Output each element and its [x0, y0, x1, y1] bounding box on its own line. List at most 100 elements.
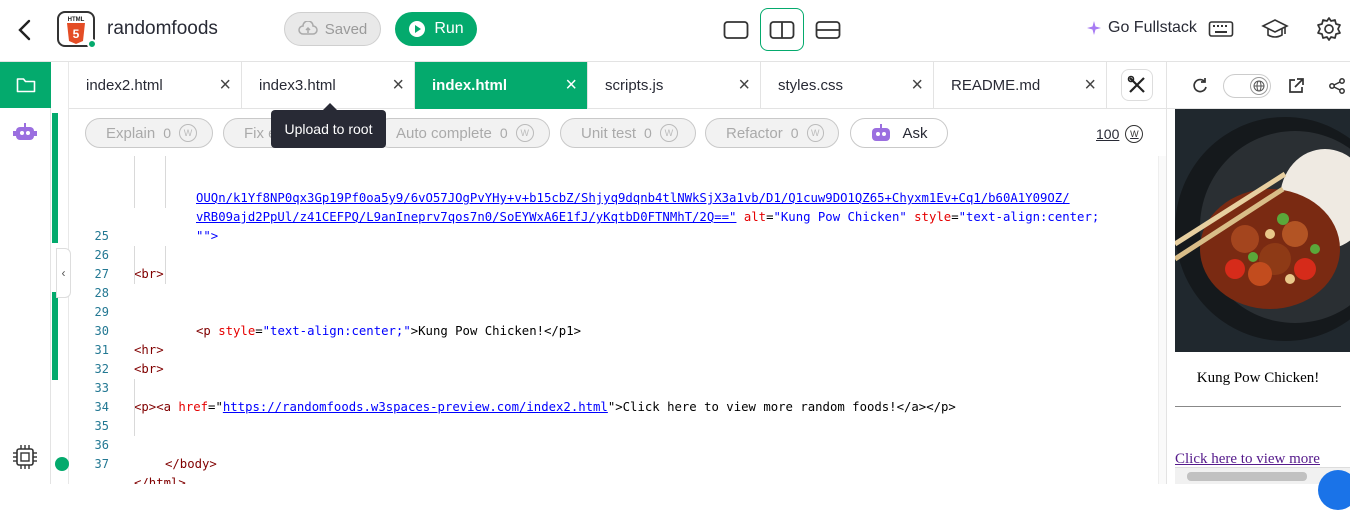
tab-label: index2.html: [86, 77, 163, 94]
refactor-button[interactable]: Refactor 0 W: [705, 118, 839, 148]
preview-divider: [1175, 406, 1341, 407]
keyboard-icon[interactable]: [1207, 15, 1235, 43]
credits-balance[interactable]: 100 W: [1096, 125, 1144, 143]
code-line: 34: [69, 379, 1158, 414]
preview-link[interactable]: Click here to view more: [1175, 451, 1350, 468]
close-tab-icon[interactable]: ×: [392, 74, 404, 97]
explain-button[interactable]: Explain 0 W: [85, 118, 213, 148]
back-arrow-icon[interactable]: [14, 17, 36, 43]
run-label: Run: [434, 20, 464, 37]
code-line: 32: [69, 341, 1158, 376]
tab-index3-html[interactable]: index3.html ×: [242, 62, 415, 109]
credit-coin-icon: W: [179, 124, 197, 142]
close-tab-icon[interactable]: ×: [219, 74, 231, 97]
cloud-upload-icon: [297, 21, 318, 35]
saved-label: Saved: [324, 20, 368, 38]
top-toolbar: HTML 5 randomfoods Saved Run Go Fullstac…: [0, 0, 1350, 62]
code-line: 25: [69, 208, 1158, 243]
close-tab-icon[interactable]: ×: [565, 74, 577, 97]
refactor-count: 0: [790, 125, 799, 141]
open-external-icon[interactable]: [1285, 75, 1307, 97]
code-line: 31 <br>: [69, 322, 1158, 376]
single-pane-icon: [723, 20, 749, 39]
split-horizontal-layout-button[interactable]: [806, 8, 850, 51]
credit-coin-icon: W: [1125, 125, 1144, 143]
wrench-screwdriver-icon: [1127, 75, 1145, 93]
left-sidebar: [0, 62, 51, 484]
html5-logo-icon: HTML 5: [57, 11, 97, 49]
explain-label: Explain: [106, 124, 156, 142]
autocomplete-button[interactable]: Auto complete 0 W: [375, 118, 550, 148]
code-line: 30 <hr>: [69, 303, 1158, 357]
autocomplete-count: 0: [499, 125, 508, 141]
credit-coin-icon: W: [806, 124, 824, 142]
upload-tooltip: Upload to root: [271, 103, 386, 148]
code-line-wrap: OUQn/k1Yf8NP0qx3Gp19Pf0oa5y9/6vO57JOgPvY…: [69, 156, 1158, 205]
line-number: 37: [94, 457, 109, 471]
code-line: 29: [69, 284, 1158, 319]
preview-toolbar: [1167, 62, 1350, 109]
tab-styles-css[interactable]: styles.css ×: [761, 62, 934, 109]
change-marker: [52, 292, 58, 380]
tab-index-html[interactable]: index.html ×: [415, 62, 588, 109]
refresh-icon[interactable]: [1189, 75, 1211, 97]
split-horizontal-icon: [815, 20, 841, 39]
refactor-label: Refactor: [726, 124, 783, 142]
code-line: 37 </html>: [69, 436, 1158, 484]
ask-button[interactable]: Ask: [850, 118, 948, 148]
explain-count: 0: [163, 125, 171, 141]
code-editor[interactable]: OUQn/k1Yf8NP0qx3Gp19Pf0oa5y9/6vO57JOgPvY…: [69, 156, 1158, 484]
run-button[interactable]: Run: [395, 12, 477, 46]
ai-assistant-bar: Explain 0 W Fix e Auto complete 0 W Unit…: [69, 109, 1166, 156]
svg-text:5: 5: [73, 27, 80, 41]
code-line: 27: [69, 246, 1158, 281]
ai-robot-icon[interactable]: [13, 122, 37, 147]
tools-button[interactable]: [1108, 62, 1166, 109]
tab-scripts-js[interactable]: scripts.js ×: [588, 62, 761, 109]
go-fullstack-link[interactable]: Go Fullstack: [1086, 19, 1197, 37]
play-icon: [409, 21, 426, 37]
split-vertical-layout-button[interactable]: [760, 8, 804, 51]
project-name: randomfoods: [107, 18, 218, 39]
code-text: </html>: [134, 476, 186, 484]
ai-robot-icon: [872, 124, 891, 141]
tab-label: styles.css: [778, 77, 844, 94]
close-tab-icon[interactable]: ×: [738, 74, 750, 97]
tab-label: README.md: [951, 77, 1041, 94]
preview-caption: Kung Pow Chicken!: [1196, 370, 1320, 386]
code-line: 28 <p style="text-align:center;">Kung Po…: [69, 265, 1158, 338]
single-pane-layout-button[interactable]: [714, 8, 758, 51]
sparkle-icon: [1087, 21, 1101, 35]
status-indicator: [55, 457, 69, 471]
tab-index2-html[interactable]: index2.html ×: [69, 62, 242, 109]
tab-readme-md[interactable]: README.md ×: [934, 62, 1107, 109]
folder-icon: [16, 78, 35, 93]
saved-button[interactable]: Saved: [284, 12, 381, 46]
share-icon[interactable]: [1326, 75, 1348, 97]
graduation-cap-icon[interactable]: [1261, 15, 1289, 43]
settings-gear-icon[interactable]: [1315, 15, 1343, 43]
code-line: 35 </body>: [69, 398, 1158, 471]
code-line: 26 <br>: [69, 227, 1158, 281]
editor-vertical-scrollbar[interactable]: [1158, 156, 1166, 484]
tab-label: index3.html: [259, 77, 336, 94]
preview-mode-toggle[interactable]: [1223, 74, 1271, 98]
recaptcha-badge-icon[interactable]: [1318, 470, 1350, 510]
credit-coin-icon: W: [659, 124, 678, 142]
ask-label: Ask: [902, 124, 928, 142]
kung-pow-chicken-image: [1175, 109, 1350, 352]
tab-label: scripts.js: [605, 77, 664, 94]
close-tab-icon[interactable]: ×: [1084, 74, 1096, 97]
close-tab-icon[interactable]: ×: [911, 74, 923, 97]
unittest-label: Unit test: [581, 124, 637, 142]
processor-chip-icon[interactable]: [12, 444, 38, 475]
code-line-wrap: "">: [69, 189, 1158, 243]
files-folder-button[interactable]: [0, 62, 51, 108]
credit-coin-icon: W: [515, 124, 534, 142]
globe-icon: [1250, 77, 1268, 95]
change-marker: [52, 113, 58, 243]
unit-test-button[interactable]: Unit test 0 W: [560, 118, 696, 148]
code-text: </body>: [165, 457, 217, 471]
autocomplete-label: Auto complete: [396, 124, 492, 142]
unittest-count: 0: [644, 125, 652, 141]
